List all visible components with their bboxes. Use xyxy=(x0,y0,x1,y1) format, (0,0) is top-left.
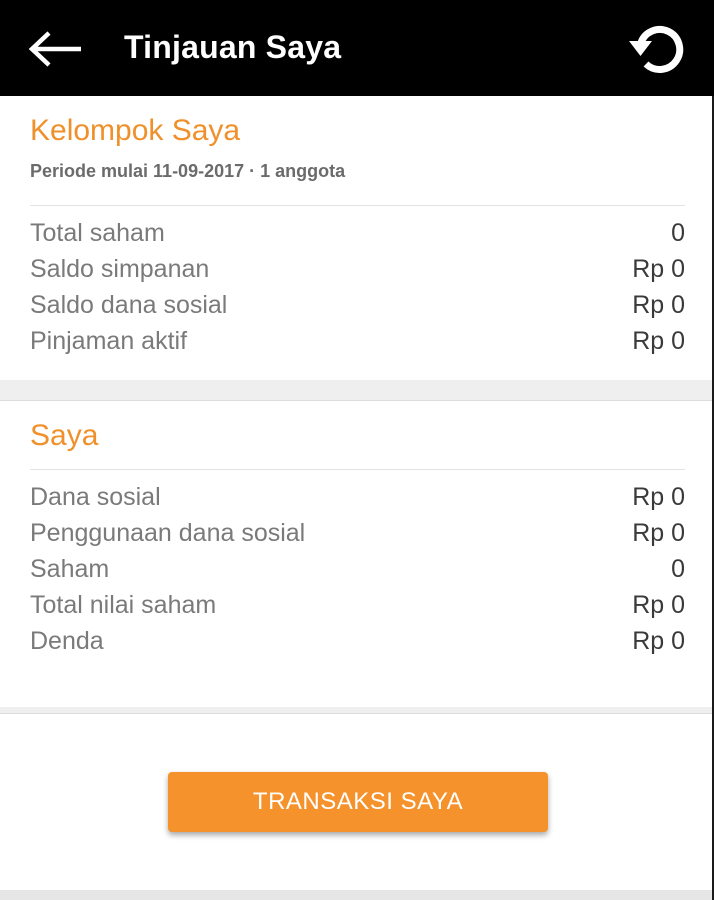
bottom-separator xyxy=(0,890,712,900)
section-separator xyxy=(0,380,712,401)
stat-value: Rp 0 xyxy=(632,482,685,511)
stat-row-total-nilai-saham: Total nilai saham Rp 0 xyxy=(30,587,685,623)
stat-value: Rp 0 xyxy=(632,518,685,547)
stat-value: 0 xyxy=(671,218,685,247)
stat-label: Dana sosial xyxy=(30,482,161,511)
stat-value: Rp 0 xyxy=(632,590,685,619)
stat-row-saldo-simpanan: Saldo simpanan Rp 0 xyxy=(30,251,685,287)
back-button[interactable] xyxy=(22,22,88,76)
stat-value: 0 xyxy=(671,554,685,583)
stat-row-saldo-dana-sosial: Saldo dana sosial Rp 0 xyxy=(30,287,685,323)
stat-row-dana-sosial: Dana sosial Rp 0 xyxy=(30,479,685,515)
stat-label: Saldo simpanan xyxy=(30,254,210,283)
group-period-subtitle: Periode mulai 11-09-2017 · 1 anggota xyxy=(30,161,346,181)
my-summary-card: Saya Dana sosial Rp 0 Penggunaan dana so… xyxy=(0,401,712,707)
refresh-icon xyxy=(629,25,684,73)
stat-label: Total nilai saham xyxy=(30,590,217,619)
arrow-left-icon xyxy=(28,31,81,67)
stat-row-saham: Saham 0 xyxy=(30,551,685,587)
group-stats-list: Total saham 0 Saldo simpanan Rp 0 Saldo … xyxy=(30,215,685,359)
actions-area: TRANSAKSI SAYA xyxy=(0,714,712,890)
stat-label: Saldo dana sosial xyxy=(30,290,228,319)
stat-label: Total saham xyxy=(30,218,165,247)
stat-label: Pinjaman aktif xyxy=(30,326,188,355)
group-summary-card: Kelompok Saya Periode mulai 11-09-2017 ·… xyxy=(0,96,712,380)
top-app-bar: Tinjauan Saya xyxy=(0,0,714,96)
section-separator xyxy=(0,707,712,714)
stat-row-pinjaman-aktif: Pinjaman aktif Rp 0 xyxy=(30,323,685,359)
stat-row-penggunaan-dana-sosial: Penggunaan dana sosial Rp 0 xyxy=(30,515,685,551)
my-stats-list: Dana sosial Rp 0 Penggunaan dana sosial … xyxy=(30,479,685,659)
refresh-button[interactable] xyxy=(622,20,688,78)
group-title: Kelompok Saya xyxy=(30,114,241,147)
stat-label: Saham xyxy=(30,554,110,583)
stat-row-denda: Denda Rp 0 xyxy=(30,623,685,659)
stat-label: Penggunaan dana sosial xyxy=(30,518,306,547)
divider xyxy=(30,205,685,206)
stat-label: Denda xyxy=(30,626,104,655)
page-title: Tinjauan Saya xyxy=(124,29,342,65)
my-transactions-button[interactable]: TRANSAKSI SAYA xyxy=(168,772,548,832)
stat-row-total-saham: Total saham 0 xyxy=(30,215,685,251)
stat-value: Rp 0 xyxy=(632,626,685,655)
my-title: Saya xyxy=(30,419,99,452)
stat-value: Rp 0 xyxy=(632,326,685,355)
divider xyxy=(30,469,685,470)
stat-value: Rp 0 xyxy=(632,290,685,319)
stat-value: Rp 0 xyxy=(632,254,685,283)
